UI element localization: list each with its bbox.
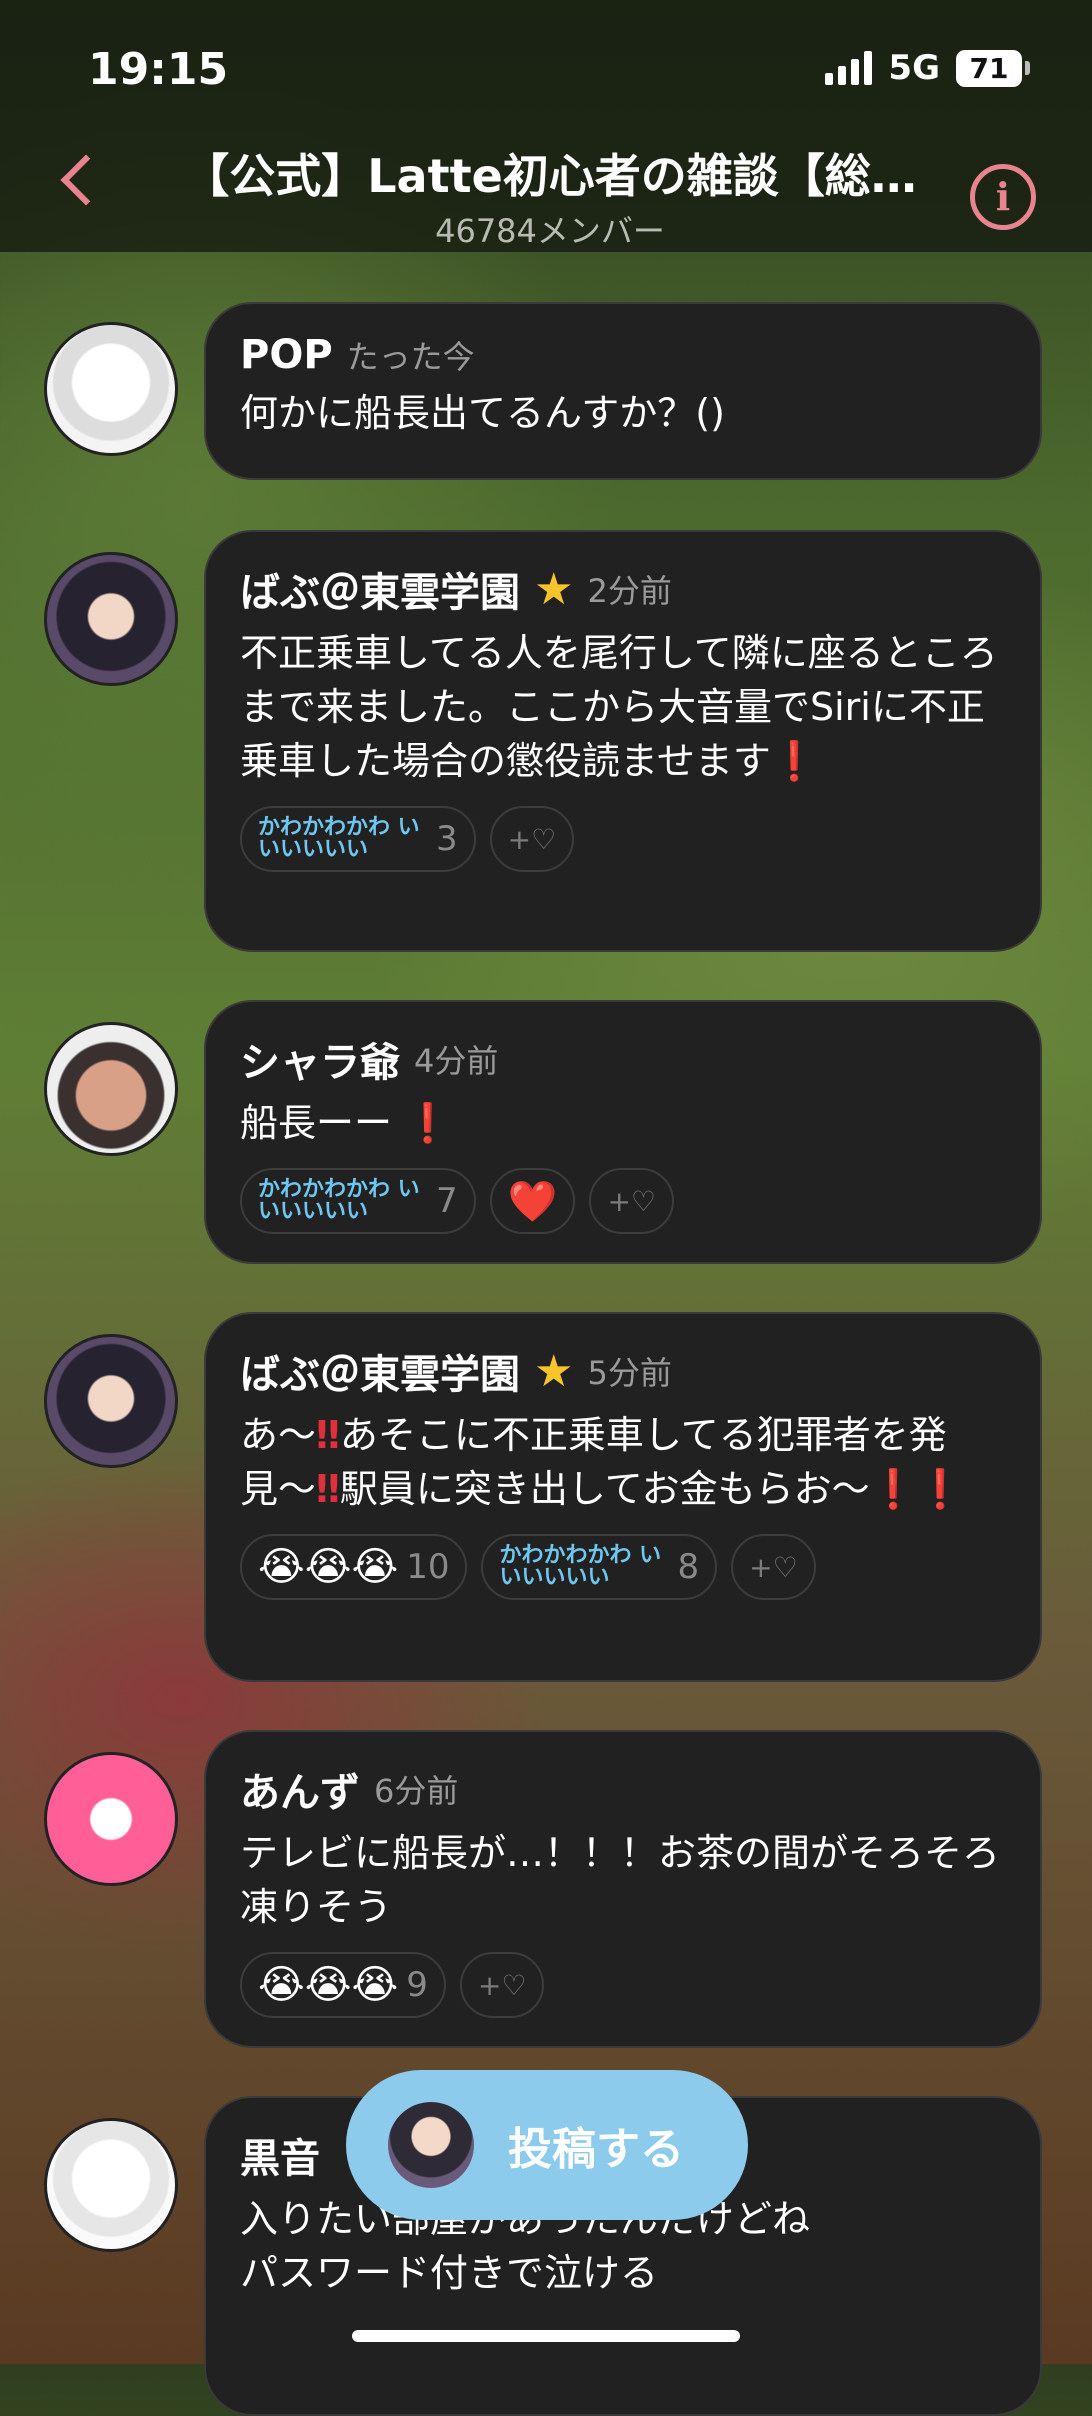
- reaction-count: 8: [677, 1547, 700, 1587]
- double-exclamation-icon: ‼: [316, 1467, 340, 1511]
- avatar[interactable]: [44, 1334, 178, 1468]
- reaction-chip[interactable]: 😭😭😭 10: [240, 1534, 468, 1600]
- battery-level: 71: [956, 49, 1022, 87]
- status-time: 19:15: [88, 44, 229, 95]
- message-text: 何かに船長出てるんすか？(): [240, 391, 725, 435]
- add-reaction-button[interactable]: +♡: [731, 1534, 816, 1600]
- avatar[interactable]: [44, 2118, 178, 2252]
- message-text: 駅員に突き出してお金もらお〜: [339, 1467, 870, 1511]
- exclamation-icon: ❗: [404, 1101, 452, 1145]
- exclamation-icon: ❗❗: [869, 1467, 965, 1511]
- reaction-chip[interactable]: ❤️: [489, 1168, 576, 1234]
- member-count: 46784メンバー: [435, 212, 665, 250]
- add-reaction-button[interactable]: +♡: [459, 1952, 545, 2018]
- crying-face-icon: 😭😭😭: [258, 1544, 399, 1590]
- reaction-chip[interactable]: かわかわかわ いいいいいい 8: [481, 1534, 718, 1600]
- add-reaction-button[interactable]: +♡: [489, 806, 575, 872]
- crying-face-icon: 😭😭😭: [258, 1962, 399, 2008]
- room-title: 【公式】Latte初心者の雑談【総…: [183, 149, 917, 203]
- reaction-count: 10: [406, 1547, 450, 1587]
- star-icon: ★: [534, 563, 574, 615]
- reaction-count: 7: [436, 1181, 458, 1221]
- home-indicator[interactable]: [352, 2330, 740, 2342]
- message-text: 船長ーー: [240, 1101, 393, 1145]
- message-text: 不正乗車してる人を尾行して隣に座るところまで来ました。ここから大音量でSiriに…: [240, 631, 998, 783]
- reactions: かわかわかわ いいいいいい 3 +♡: [240, 806, 1006, 872]
- timestamp: 2分前: [587, 572, 672, 610]
- avatar[interactable]: [44, 322, 178, 456]
- timestamp: 6分前: [374, 1772, 459, 1810]
- message-bubble[interactable]: あんず 6分前 テレビに船長が…！！！お茶の間がそろそろ凍りそう 😭😭😭 9 +♡: [204, 1730, 1042, 2048]
- message-bubble[interactable]: ばぶ＠東雲学園 ★ 5分前 あ〜‼あそこに不正乗車してる犯罪者を発見〜‼駅員に突き出…: [204, 1312, 1042, 1682]
- message-text: テレビに船長が…！！！お茶の間がそろそろ凍りそう: [240, 1831, 1001, 1929]
- reactions: かわかわかわ いいいいいい 7 ❤️ +♡: [240, 1168, 1006, 1234]
- reaction-chip[interactable]: かわかわかわ いいいいいい 3: [240, 806, 476, 872]
- timestamp: たった今: [346, 338, 475, 376]
- double-exclamation-icon: ‼: [316, 1413, 340, 1457]
- reactions: 😭😭😭 9 +♡: [240, 1952, 1006, 2018]
- network-label: 5G: [888, 48, 940, 88]
- info-icon[interactable]: i: [970, 164, 1036, 230]
- timestamp: 5分前: [587, 1354, 672, 1392]
- post-button[interactable]: 投稿する: [346, 2070, 748, 2220]
- author-name: POP: [240, 332, 333, 378]
- avatar[interactable]: [44, 552, 178, 686]
- timestamp: 4分前: [414, 1042, 499, 1080]
- reaction-count: 9: [406, 1965, 428, 2005]
- reaction-label: かわかわかわ いいいいいい: [258, 1177, 420, 1224]
- post-button-label: 投稿する: [508, 2124, 684, 2175]
- status-indicators: 5G 71: [825, 48, 1030, 88]
- reaction-label: かわかわかわ いいいいいい: [258, 815, 420, 862]
- message-bubble[interactable]: シャラ爺 4分前 船長ーー ❗ かわかわかわ いいいいいい 7 ❤️ +♡: [204, 1000, 1042, 1264]
- reaction-label: かわかわかわ いいいいいい: [499, 1543, 662, 1590]
- avatar: [388, 2102, 474, 2188]
- heart-icon: ❤️: [507, 1178, 558, 1225]
- message-bubble[interactable]: POP たった今 何かに船長出てるんすか？(): [204, 302, 1042, 480]
- author-name: ばぶ＠東雲学園: [240, 1352, 520, 1398]
- reaction-chip[interactable]: かわかわかわ いいいいいい 7: [240, 1168, 476, 1234]
- add-reaction-button[interactable]: +♡: [589, 1168, 675, 1234]
- avatar[interactable]: [44, 1022, 178, 1156]
- message-bubble[interactable]: ばぶ＠東雲学園 ★ 2分前 不正乗車してる人を尾行して隣に座るところまで来ました。こ…: [204, 530, 1042, 952]
- author-name: シャラ爺: [240, 1040, 400, 1086]
- author-name: ばぶ＠東雲学園: [240, 570, 520, 616]
- avatar[interactable]: [44, 1752, 178, 1886]
- reactions: 😭😭😭 10 かわかわかわ いいいいいい 8 +♡: [240, 1534, 1006, 1600]
- star-icon: ★: [534, 1345, 574, 1397]
- reaction-count: 3: [436, 819, 458, 859]
- signal-icon: [825, 51, 873, 85]
- message-text: あ〜: [240, 1413, 317, 1457]
- author-name: あんず: [240, 1770, 360, 1816]
- exclamation-icon: ❗: [770, 739, 819, 783]
- reaction-chip[interactable]: 😭😭😭 9: [240, 1952, 446, 2018]
- author-name: 黒音: [240, 2136, 320, 2182]
- battery-icon: 71: [956, 49, 1030, 87]
